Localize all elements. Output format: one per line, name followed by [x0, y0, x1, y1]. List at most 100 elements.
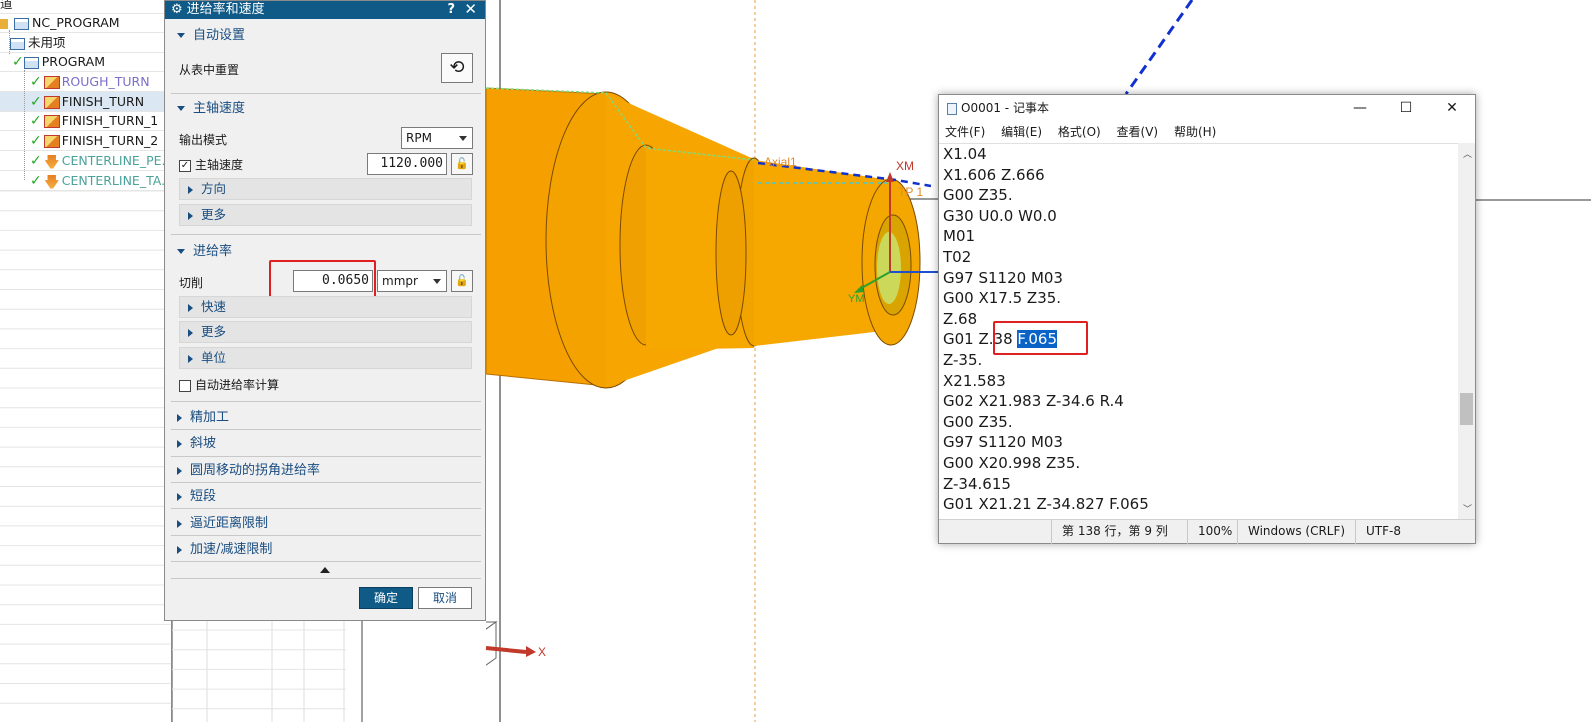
nav-item-centerline-pe[interactable]: ✓ CENTERLINE_PE... — [0, 151, 172, 171]
spindle-speed-checkbox[interactable]: ✓ — [179, 159, 191, 172]
menu-format[interactable]: 格式(O) — [1058, 125, 1101, 139]
folder-icon — [13, 17, 29, 30]
maximize-icon[interactable]: ☐ — [1383, 95, 1429, 121]
text-line[interactable]: G00 X20.998 Z35. — [939, 453, 1459, 474]
check-icon: ✓ — [30, 173, 42, 189]
nav-item-finish-turn[interactable]: ✓ FINISH_TURN — [0, 92, 172, 112]
folder-icon — [10, 37, 25, 50]
text-line[interactable]: M01 — [939, 226, 1459, 247]
turning-operation-icon — [43, 115, 60, 128]
text-line[interactable]: G30 U0.0 W0.0 — [939, 206, 1459, 227]
nav-item-unused[interactable]: 未用项 — [0, 33, 172, 53]
section-short-segment[interactable]: 短段 — [171, 485, 481, 509]
section-header-label: 进给率 — [193, 244, 233, 259]
mcs-x-arrow-icon — [886, 172, 894, 182]
menu-file[interactable]: 文件(F) — [945, 125, 985, 139]
section-finishing[interactable]: 精加工 — [171, 406, 481, 430]
auto-feed-calc-row[interactable]: 自动进给率计算 — [179, 376, 279, 393]
text-line[interactable]: Z-34.615 — [939, 474, 1459, 495]
nav-item-rough-turn[interactable]: ✓ ROUGH_TURN — [0, 72, 172, 92]
text-line[interactable]: X21.583 — [939, 371, 1459, 392]
divider — [171, 234, 481, 235]
section-auto-settings[interactable]: 自动设置 — [171, 24, 481, 48]
red-highlight-gcode — [993, 321, 1088, 355]
spindle-lock-button[interactable]: 🔓 — [451, 153, 473, 175]
scroll-up-icon[interactable]: ︿ — [1463, 147, 1472, 160]
feed-unit-value: mmpr — [382, 274, 418, 288]
section-spindle-speed[interactable]: 主轴速度 — [171, 97, 481, 121]
spindle-speed-checkbox-row[interactable]: ✓ 主轴速度 — [179, 156, 243, 173]
axial-label: Axial1 — [764, 155, 797, 169]
text-line[interactable]: G00 X17.5 Z35. — [939, 288, 1459, 309]
divider — [171, 93, 481, 94]
subsection-feed-more[interactable]: 更多 — [179, 321, 472, 343]
subsection-label: 快速 — [201, 299, 227, 314]
divider — [171, 578, 481, 579]
menu-help[interactable]: 帮助(H) — [1174, 125, 1216, 139]
nav-item-label: CENTERLINE_TA... — [61, 173, 172, 188]
output-mode-select[interactable]: RPM — [401, 127, 473, 149]
feeds-speeds-dialog: ⚙ 进给率和速度 ? ✕ 自动设置 从表中重置 ⟲ 主轴速度 输出模式 RPM ✓… — [164, 0, 486, 621]
auto-feed-calc-checkbox[interactable] — [179, 379, 191, 392]
nav-item-centerline-ta[interactable]: ✓ CENTERLINE_TA... — [0, 171, 172, 191]
text-line-content: Z.68 — [943, 309, 978, 328]
collapse-up-icon[interactable] — [320, 567, 330, 573]
section-ramp[interactable]: 斜坡 — [171, 432, 481, 456]
help-button[interactable]: ? — [447, 1, 455, 19]
minimize-icon[interactable]: — — [1337, 95, 1383, 121]
section-accel-limit[interactable]: 加速/减速限制 — [171, 538, 481, 562]
subsection-spindle-more[interactable]: 更多 — [179, 204, 472, 226]
dialog-title-bar: ⚙ 进给率和速度 ? ✕ — [165, 0, 485, 19]
section-header-label: 斜坡 — [190, 436, 217, 451]
text-line[interactable]: T02 — [939, 247, 1459, 268]
section-approach-limit[interactable]: 逼近距离限制 — [171, 512, 481, 536]
text-line[interactable]: G97 S1120 M03 — [939, 268, 1459, 289]
nav-item-finish-turn-1[interactable]: ✓ FINISH_TURN_1 — [0, 111, 172, 131]
view-triad[interactable]: X Z — [486, 620, 546, 668]
text-line-content: G00 Z35. — [943, 186, 1013, 205]
nav-item-label: ROUGH_TURN — [61, 74, 150, 89]
collapsed-triangle-icon — [188, 303, 193, 312]
lock-icon: 🔓 — [455, 157, 469, 170]
section-corner-feed[interactable]: 圆周移动的拐角进给率 — [171, 459, 481, 483]
feed-unit-select[interactable]: mmpr — [377, 270, 447, 292]
nav-item-label: FINISH_TURN_2 — [61, 133, 159, 148]
text-line[interactable]: G00 Z35. — [939, 185, 1459, 206]
subsection-direction[interactable]: 方向 — [179, 178, 472, 200]
lock-icon: 🔓 — [455, 274, 469, 287]
text-line[interactable]: G97 S1120 M03 — [939, 432, 1459, 453]
scroll-thumb[interactable] — [1460, 393, 1473, 425]
collapsed-triangle-icon — [177, 545, 182, 554]
vertical-scrollbar[interactable]: ︿ ﹀ — [1458, 143, 1475, 519]
section-header-label: 逼近距离限制 — [190, 516, 269, 531]
menu-edit[interactable]: 编辑(E) — [1001, 125, 1042, 139]
subsection-units[interactable]: 单位 — [179, 347, 472, 369]
subsection-rapid[interactable]: 快速 — [179, 296, 472, 318]
text-line-content: Z-34.615 — [943, 474, 1011, 493]
text-line[interactable]: X1.606 Z.666 — [939, 165, 1459, 186]
text-line[interactable]: X1.04 — [939, 144, 1459, 165]
collapsed-triangle-icon — [188, 185, 193, 194]
reset-from-table-label: 从表中重置 — [179, 63, 240, 77]
close-button[interactable]: ✕ — [464, 0, 477, 18]
text-line[interactable]: G01 X21.21 Z-34.827 F.065 — [939, 494, 1459, 515]
text-line[interactable]: G00 Z35. — [939, 412, 1459, 433]
text-line-content: G01 X21.21 Z-34.827 F.065 — [943, 495, 1149, 514]
text-line-content: G30 U0.0 W0.0 — [943, 206, 1057, 225]
close-icon[interactable]: ✕ — [1429, 95, 1475, 121]
folder-icon — [23, 56, 39, 69]
cancel-button[interactable]: 取消 — [418, 587, 472, 609]
ok-button[interactable]: 确定 — [359, 587, 413, 609]
spindle-speed-input[interactable]: 1120.000 — [367, 153, 447, 175]
divider — [171, 456, 481, 457]
menu-view[interactable]: 查看(V) — [1117, 125, 1159, 139]
reset-from-table-button[interactable]: ⟲ — [441, 53, 473, 83]
feed-lock-button[interactable]: 🔓 — [451, 270, 473, 292]
check-icon: ✓ — [30, 153, 42, 169]
status-position: 第 138 行，第 9 列 — [1051, 520, 1168, 544]
nav-item-program[interactable]: ✓ PROGRAM — [0, 52, 172, 72]
nav-item-nc-program[interactable]: NC_PROGRAM — [0, 13, 172, 33]
text-line[interactable]: G02 X21.983 Z-34.6 R.4 — [939, 391, 1459, 412]
scroll-down-icon[interactable]: ﹀ — [1463, 502, 1472, 515]
nav-item-finish-turn-2[interactable]: ✓ FINISH_TURN_2 — [0, 131, 172, 151]
